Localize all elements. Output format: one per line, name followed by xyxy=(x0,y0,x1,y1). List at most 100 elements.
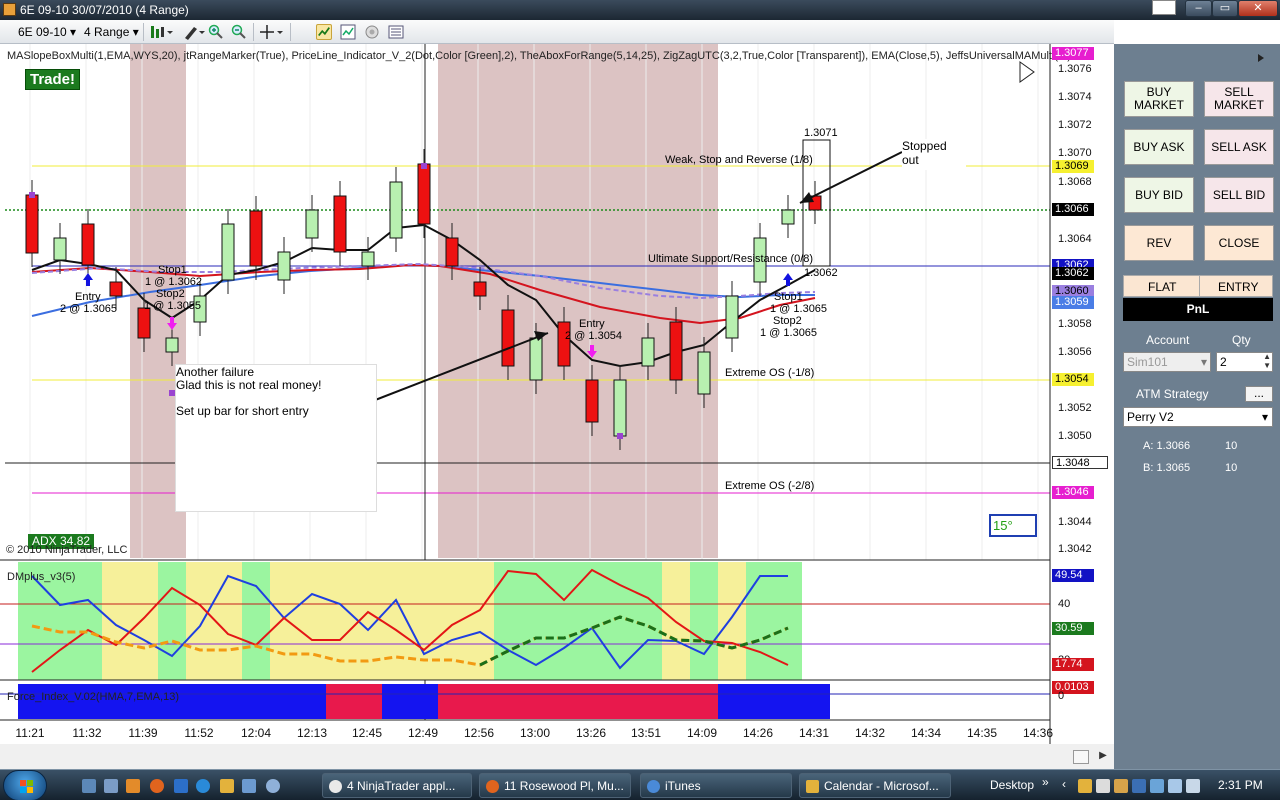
outlook-icon[interactable] xyxy=(220,779,234,793)
zoom-out-icon[interactable] xyxy=(231,24,247,40)
buy-market-button[interactable]: BUY MARKET xyxy=(1124,81,1194,117)
quicklaunch-icon[interactable] xyxy=(242,779,256,793)
stepper-arrows-icon[interactable]: ▲ ▼ xyxy=(1263,352,1271,370)
candle-up xyxy=(361,251,375,267)
taskbar-item-ninjatrader[interactable]: 4 NinjaTrader appl... xyxy=(322,773,472,798)
link-button[interactable]: L xyxy=(1152,0,1176,15)
close-position-button[interactable]: CLOSE xyxy=(1204,225,1274,261)
scroll-right-icon[interactable]: ▶ xyxy=(1096,750,1110,764)
time-axis-label: 11:52 xyxy=(184,726,214,740)
atm-strategy-label: ATM Strategy xyxy=(1136,387,1209,401)
candle-up xyxy=(305,209,319,239)
start-button[interactable] xyxy=(3,770,47,800)
buy-ask-button[interactable]: BUY ASK xyxy=(1124,129,1194,165)
tray-icon[interactable] xyxy=(1078,779,1092,793)
tray-icon[interactable] xyxy=(1132,779,1146,793)
atm-target-a-qty: 10 xyxy=(1225,440,1238,452)
scrollbar-thumb[interactable] xyxy=(1073,750,1089,764)
chevron-down-icon: ▾ xyxy=(1261,410,1268,424)
bar-type-icon[interactable] xyxy=(149,24,173,40)
show-desktop-icon[interactable] xyxy=(82,779,96,793)
toolbar-expand-icon[interactable]: » xyxy=(1042,775,1049,789)
dm-strip xyxy=(242,562,270,680)
restore-button[interactable]: ▭ xyxy=(1212,0,1238,17)
chart-trader-icon[interactable] xyxy=(316,24,332,40)
internet-explorer-icon[interactable] xyxy=(196,779,210,793)
quicklaunch-icon[interactable] xyxy=(174,779,188,793)
tray-icon[interactable] xyxy=(1096,779,1110,793)
buy-bid-button[interactable]: BUY BID xyxy=(1124,177,1194,213)
force-index-zero-label: 0 xyxy=(1058,690,1065,702)
atm-strategy-select[interactable]: Perry V2 ▾ xyxy=(1123,407,1273,427)
candle-up xyxy=(389,181,403,239)
stop1-label: Stop1 xyxy=(774,291,803,303)
atm-settings-button[interactable]: ... xyxy=(1245,386,1273,402)
minimize-button[interactable]: – xyxy=(1185,0,1212,17)
range-marker xyxy=(29,192,35,198)
sell-ask-button[interactable]: SELL ASK xyxy=(1204,129,1274,165)
entry-fill-label: 2 @ 1.3054 xyxy=(565,330,623,342)
candle-up xyxy=(781,209,795,225)
network-icon[interactable] xyxy=(1168,779,1182,793)
taskbar-item-calendar[interactable]: Calendar - Microsof... xyxy=(799,773,951,798)
taskbar-item-label: Calendar - Microsof... xyxy=(824,779,939,793)
volume-icon[interactable] xyxy=(1186,779,1200,793)
price-axis-label: 1.3050 xyxy=(1058,430,1092,442)
taskbar-item-browser[interactable]: 11 Rosewood Pl, Mu... xyxy=(479,773,631,798)
dm-strip xyxy=(186,562,242,680)
candle-up xyxy=(697,351,711,395)
box-low-label: 1.3062 xyxy=(804,267,838,279)
force-index-title: Force_Index_V.02(HMA,7,EMA,13) xyxy=(7,691,180,703)
sell-market-button[interactable]: SELL MARKET xyxy=(1204,81,1274,117)
indicators-icon[interactable] xyxy=(340,24,356,40)
tray-icon[interactable] xyxy=(1114,779,1128,793)
ninjatrader-icon xyxy=(329,780,342,793)
drawing-tools-icon[interactable] xyxy=(183,24,205,40)
desktop-toolbar-label[interactable]: Desktop xyxy=(990,778,1034,792)
time-axis-label: 14:34 xyxy=(910,726,942,740)
close-button[interactable]: ✕ xyxy=(1238,0,1278,17)
strategies-icon[interactable] xyxy=(364,24,380,40)
trade-signal-label: Trade! xyxy=(25,69,81,90)
crosshair-icon[interactable] xyxy=(258,24,284,40)
price-tag: 1.3048 xyxy=(1052,456,1108,469)
account-select[interactable]: Sim101 ▾ xyxy=(1123,352,1211,372)
price-tag: 1.3077 xyxy=(1052,47,1094,60)
title-bar: 6E 09-10 30/07/2010 (4 Range) L – ▭ ✕ xyxy=(0,0,1280,20)
period-selector[interactable]: 4 Range ▾ xyxy=(84,24,139,40)
tray-icon[interactable] xyxy=(1150,779,1164,793)
price-tag: 1.3069 xyxy=(1052,160,1094,173)
time-axis-label: 11:32 xyxy=(72,726,102,740)
firefox-icon[interactable] xyxy=(150,779,164,793)
time-axis-label: 12:45 xyxy=(351,726,383,740)
tray-expand-icon[interactable]: ‹ xyxy=(1062,777,1066,791)
force-index-bar xyxy=(438,684,718,719)
time-axis-label: 14:31 xyxy=(798,726,830,740)
price-axis-label: 1.3072 xyxy=(1058,119,1092,131)
stop2-fill-label: 1 @ 1.3065 xyxy=(760,327,818,339)
note-line: Set up bar for short entry xyxy=(176,404,309,418)
force-index-bar xyxy=(718,684,830,719)
collapse-panel-icon[interactable] xyxy=(1254,52,1270,64)
quantity-stepper[interactable]: 2 ▲ ▼ xyxy=(1216,352,1273,372)
properties-icon[interactable] xyxy=(388,24,404,40)
sell-bid-button[interactable]: SELL BID xyxy=(1204,177,1274,213)
price-axis-label: 1.3070 xyxy=(1058,147,1092,159)
taskbar-item-itunes[interactable]: iTunes xyxy=(640,773,792,798)
flat-label: FLAT xyxy=(1148,280,1177,294)
quicklaunch-icon[interactable] xyxy=(104,779,118,793)
price-axis-label: 1.3068 xyxy=(1058,176,1092,188)
quicklaunch-icon[interactable] xyxy=(266,779,280,793)
time-axis-label: 12:13 xyxy=(296,726,328,740)
media-player-icon[interactable] xyxy=(126,779,140,793)
instrument-selector[interactable]: 6E 09-10 ▾ xyxy=(18,24,76,40)
horizontal-scrollbar[interactable]: ▶ xyxy=(0,744,1114,769)
candle-down xyxy=(333,195,347,253)
play-marker-icon xyxy=(1019,61,1035,83)
entry-label: Entry xyxy=(75,291,101,303)
weak-stop-reverse-label: Weak, Stop and Reverse (1/8) xyxy=(665,154,813,166)
zoom-in-icon[interactable] xyxy=(208,24,224,40)
clock[interactable]: 2:31 PM xyxy=(1218,778,1263,792)
time-axis-label: 13:00 xyxy=(519,726,551,740)
reverse-button[interactable]: REV xyxy=(1124,225,1194,261)
